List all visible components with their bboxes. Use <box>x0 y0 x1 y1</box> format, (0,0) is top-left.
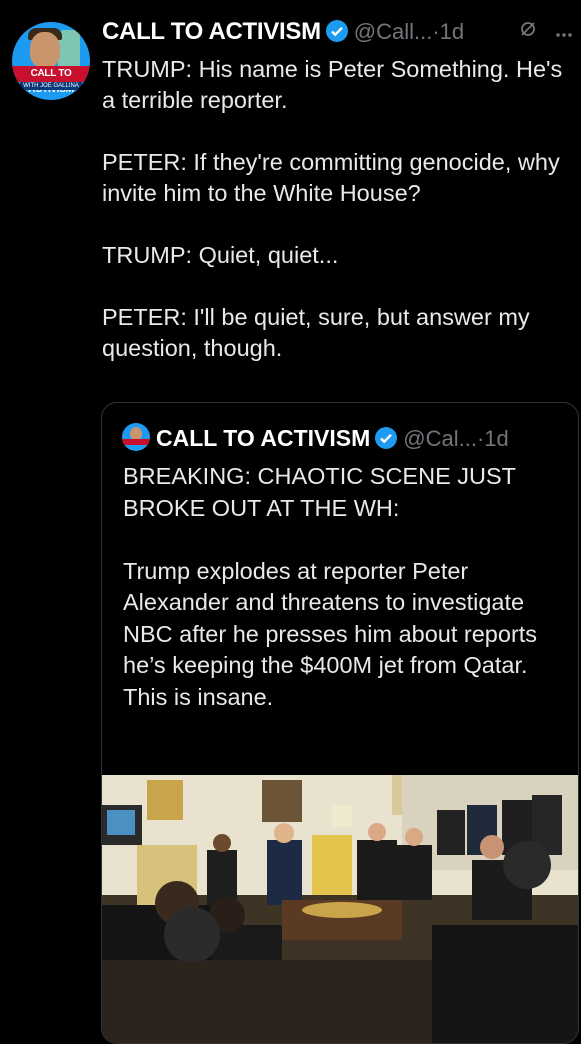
post-header: CALL TO ACTIVISM @Call...·1d <box>102 18 573 52</box>
header-actions <box>519 20 573 44</box>
verified-badge-icon <box>325 20 348 42</box>
author-handle[interactable]: @Call... <box>354 19 433 44</box>
grok-icon[interactable] <box>519 20 537 44</box>
quoted-author-name: CALL TO ACTIVISM <box>156 425 371 451</box>
quoted-media-image[interactable] <box>102 775 578 1043</box>
avatar-face <box>30 32 60 68</box>
quoted-avatar <box>122 423 150 451</box>
post-time[interactable]: ·1d <box>432 19 464 44</box>
avatar-banner: CALL TO ACTIVISM <box>12 66 90 95</box>
author-avatar[interactable]: CALL TO ACTIVISM WITH JOE GALLINA <box>12 22 90 100</box>
post-text: TRUMP: His name is Peter Something. He's… <box>102 56 563 361</box>
avatar-subbanner: WITH JOE GALLINA <box>20 82 82 90</box>
verified-badge-icon <box>375 427 398 449</box>
quoted-post[interactable]: CALL TO ACTIVISM @Cal...·1d BREAKING: CHA… <box>101 402 579 1044</box>
author-name[interactable]: CALL TO ACTIVISM <box>102 18 321 45</box>
quoted-time: ·1d <box>476 426 509 451</box>
quoted-handle: @Cal... <box>403 426 477 451</box>
more-options-icon[interactable] <box>549 21 573 43</box>
quoted-header: CALL TO ACTIVISM @Cal...·1d <box>122 423 509 452</box>
quoted-text: BREAKING: CHAOTIC SCENE JUST BROKE OUT A… <box>123 463 538 710</box>
